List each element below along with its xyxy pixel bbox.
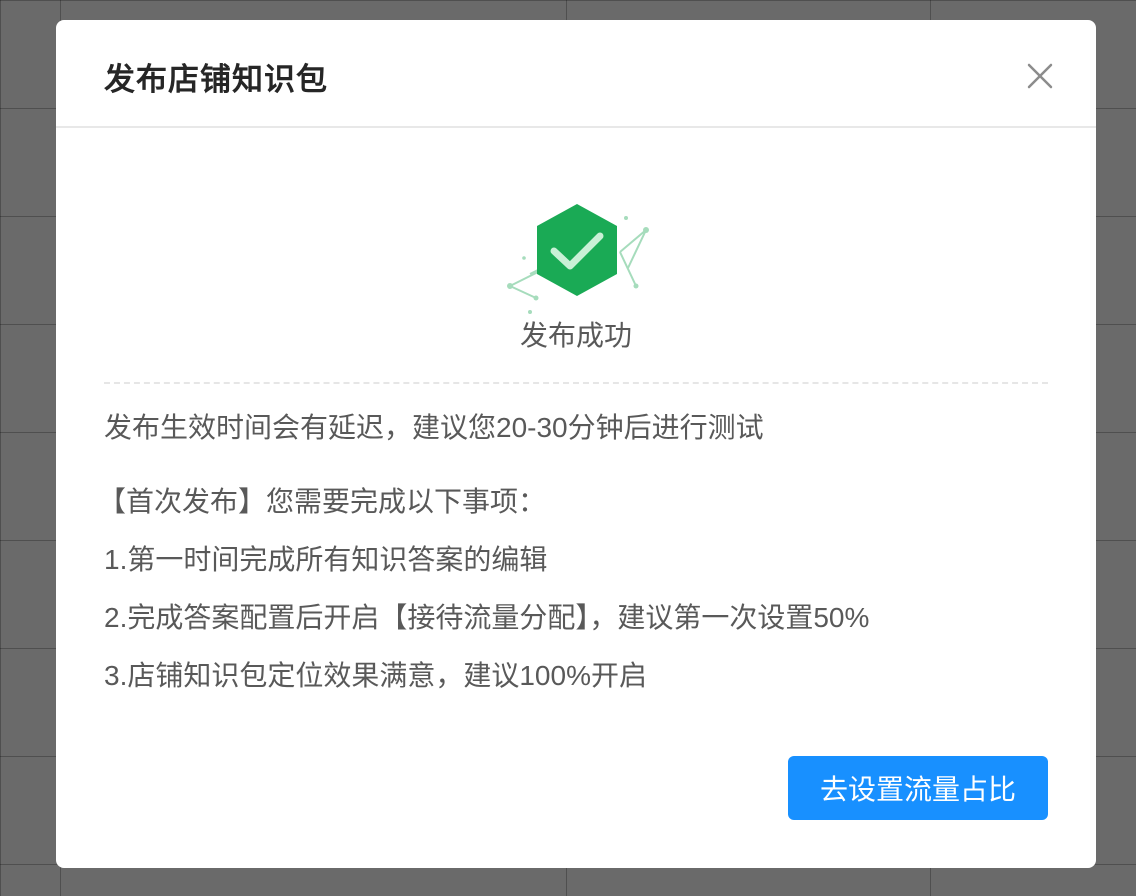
check-hexagon-icon <box>502 198 652 322</box>
success-status-text: 发布成功 <box>519 320 632 351</box>
modal-header: 发布店铺知识包 <box>56 20 1096 128</box>
publish-modal: 发布店铺知识包 发布成功 发布生效时间会有延迟，建议您20-30分钟后进行测试 … <box>56 20 1096 868</box>
step-item: 1.第一时间完成所有知识答案的编辑 <box>104 544 548 575</box>
set-traffic-ratio-button[interactable]: 去设置流量占比 <box>788 756 1048 820</box>
step-item: 3.店铺知识包定位效果满意，建议100%开启 <box>104 660 647 691</box>
first-publish-heading: 【首次发布】您需要完成以下事项： <box>98 486 547 517</box>
step-item: 2.完成答案配置后开启【接待流量分配】，建议第一次设置50% <box>104 602 870 633</box>
notice-text: 发布生效时间会有延迟，建议您20-30分钟后进行测试 <box>104 412 764 443</box>
modal-title: 发布店铺知识包 <box>104 62 328 97</box>
divider <box>104 382 1048 384</box>
close-icon[interactable] <box>1024 60 1056 92</box>
